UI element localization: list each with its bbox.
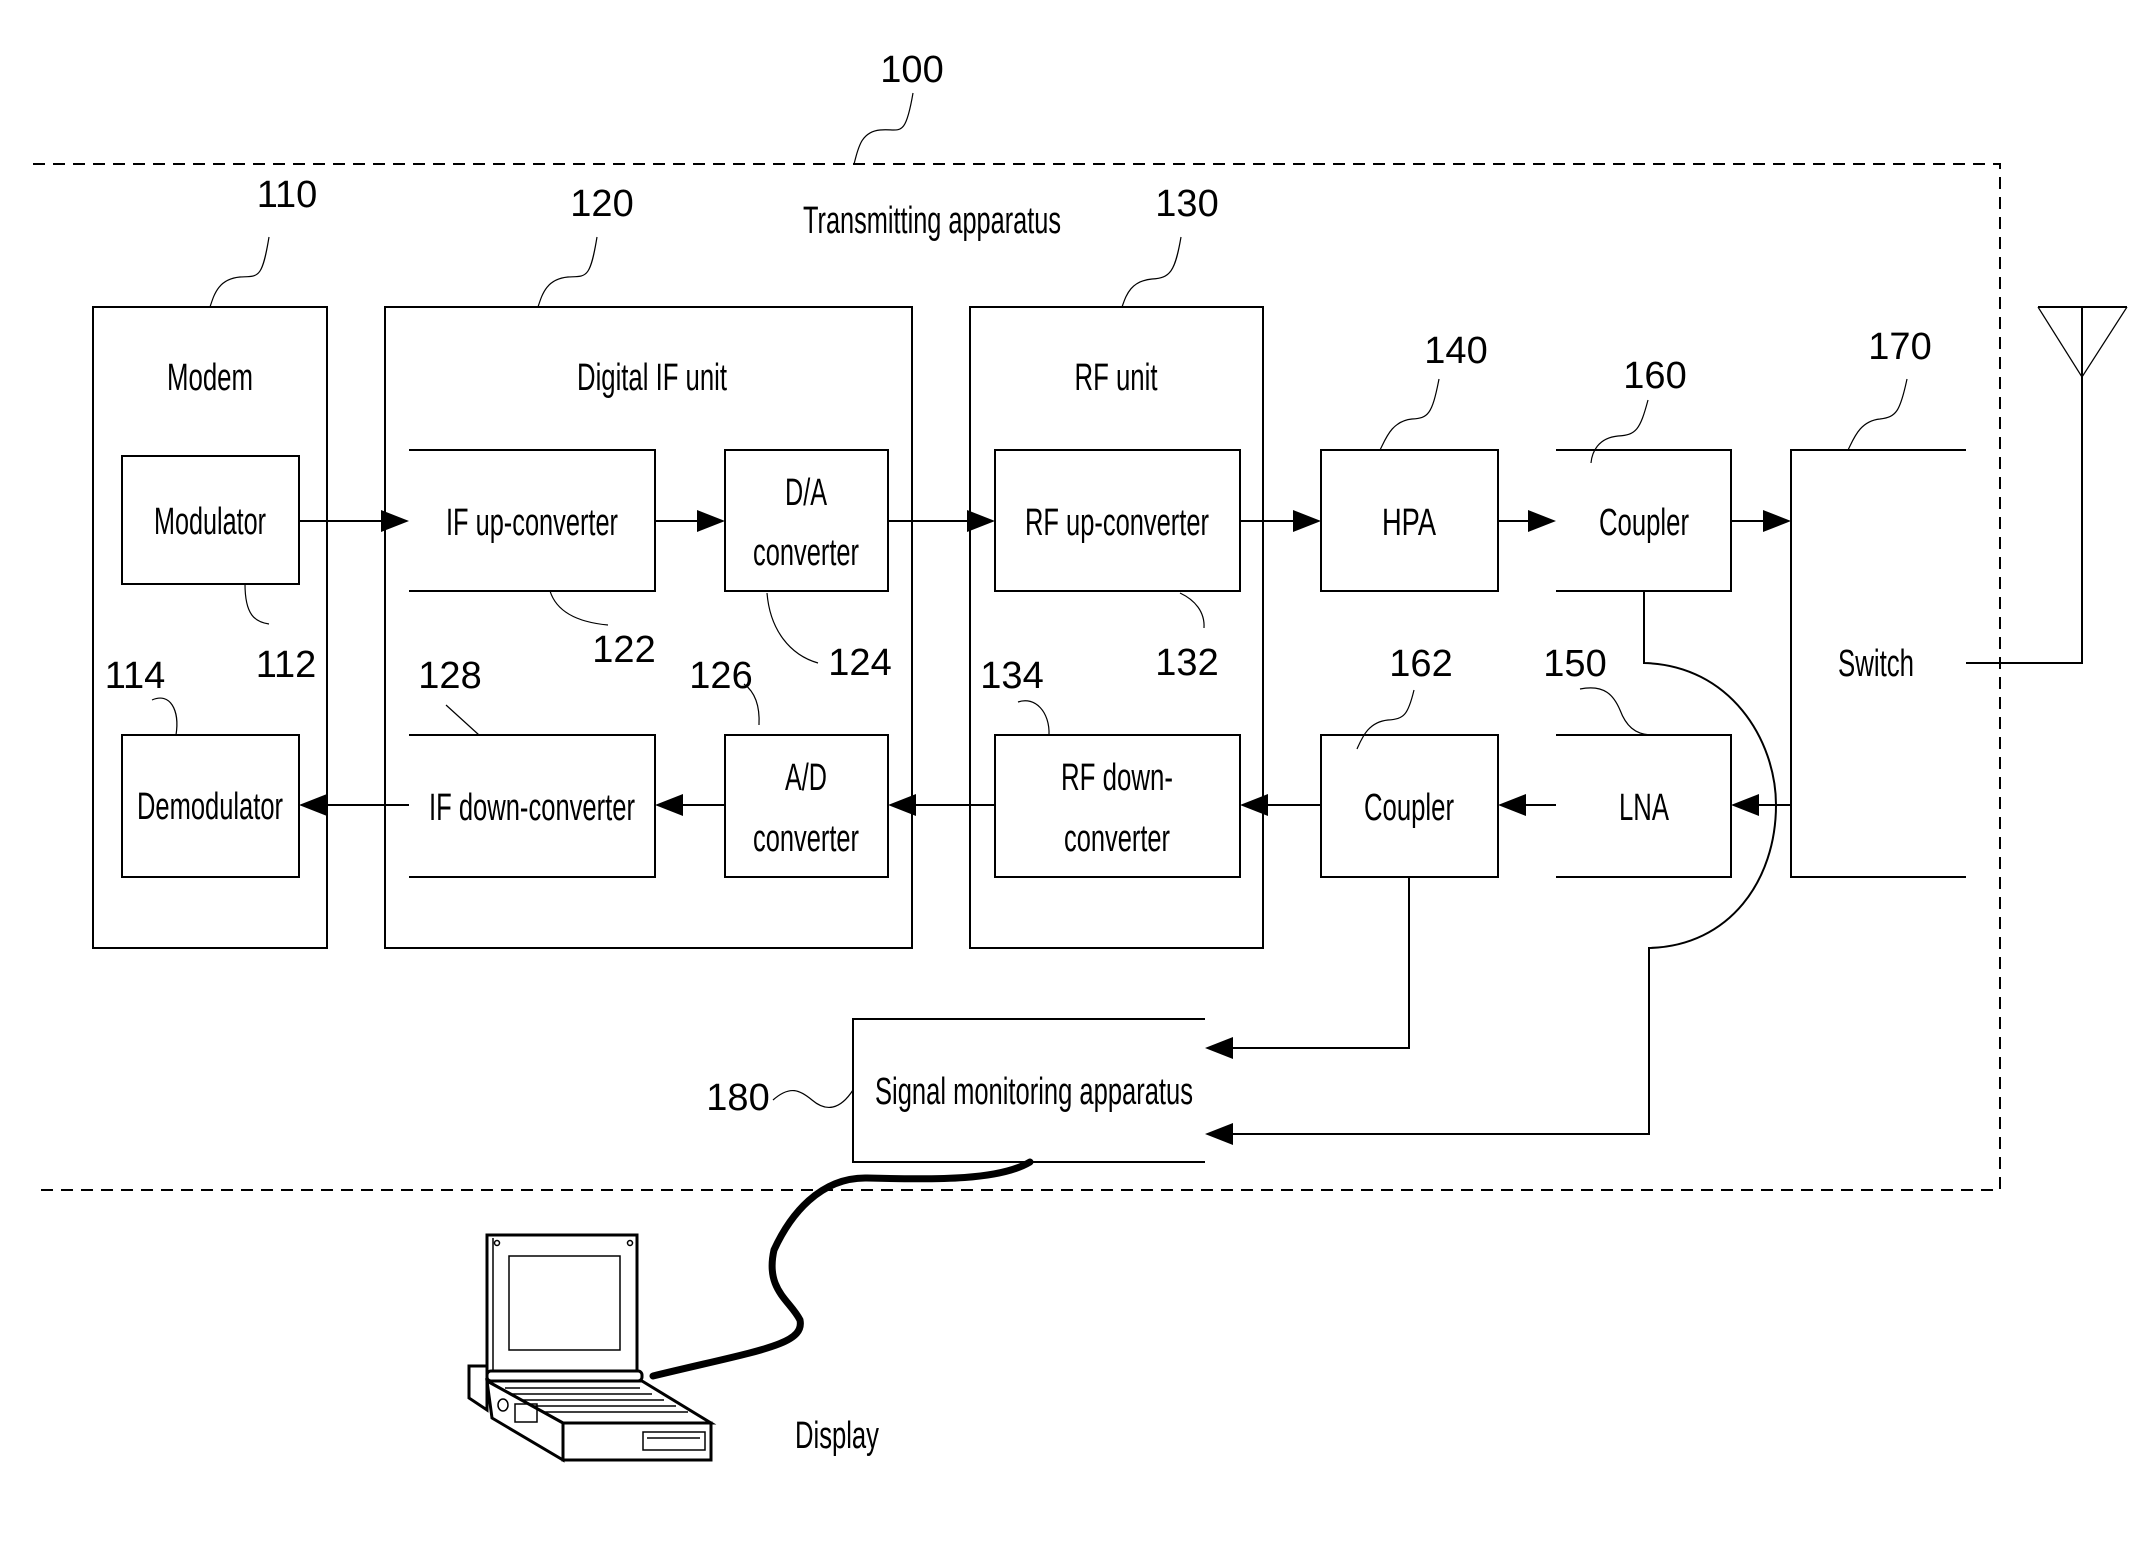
leader-130	[1121, 236, 1182, 308]
arrowhead	[655, 794, 683, 816]
arrowhead	[967, 510, 995, 532]
ref-110: 110	[257, 174, 318, 216]
leader-140	[1379, 378, 1440, 451]
switch-label: Switch	[1838, 643, 1914, 685]
ad-converter-label-line2: converter	[753, 818, 859, 860]
arrowhead	[697, 510, 725, 532]
leader-170	[1847, 378, 1908, 451]
antenna-icon	[1966, 306, 2128, 664]
leader-114	[151, 697, 178, 736]
digital-if-unit-block: Digital IF unit 120 IF up-converter 122 …	[384, 183, 913, 949]
switch-block: Switch 170	[1790, 326, 1966, 878]
system-label: Transmitting apparatus	[803, 200, 1061, 242]
ref-140: 140	[1424, 330, 1487, 372]
ref-128: 128	[418, 655, 481, 697]
if-up-converter-label: IF up-converter	[446, 502, 618, 544]
hpa-label: HPA	[1382, 502, 1436, 544]
signal-monitoring-label: Signal monitoring apparatus	[875, 1071, 1193, 1113]
modem-outline	[92, 306, 328, 949]
leader-150	[1579, 687, 1651, 736]
ref-170: 170	[1868, 326, 1931, 368]
line-coupler160-to-monitor	[1224, 591, 1778, 1135]
arrowhead	[1205, 1037, 1233, 1059]
modulator-label: Modulator	[154, 501, 266, 543]
digital-if-unit-label: Digital IF unit	[577, 357, 727, 399]
arrowhead	[1731, 794, 1759, 816]
arrowhead	[888, 794, 916, 816]
arrowhead	[1293, 510, 1321, 532]
arrowhead	[1498, 794, 1526, 816]
if-down-converter-label: IF down-converter	[429, 787, 635, 829]
arrowhead	[299, 794, 327, 816]
arrowhead	[381, 510, 409, 532]
leader-180	[772, 1089, 854, 1108]
rf-unit-label: RF unit	[1075, 357, 1158, 399]
ref-120: 120	[570, 183, 633, 225]
ref-122: 122	[592, 629, 655, 671]
signal-monitoring-block: Signal monitoring apparatus 180	[706, 1018, 1205, 1163]
leader-160	[1590, 399, 1649, 464]
ad-converter-label-line1: A/D	[785, 757, 827, 799]
ref-124: 124	[828, 642, 891, 684]
leader-112	[244, 583, 270, 625]
demodulator-label: Demodulator	[137, 786, 283, 828]
ref-162: 162	[1389, 643, 1452, 685]
rf-up-converter-label: RF up-converter	[1025, 502, 1209, 544]
leader-132	[1179, 592, 1205, 629]
ref-150: 150	[1543, 643, 1606, 685]
leader-100	[853, 92, 914, 165]
leader-134	[1017, 700, 1050, 736]
coupler-160-label: Coupler	[1599, 502, 1689, 544]
rf-down-converter-label-line2: converter	[1064, 818, 1170, 860]
hpa-block: HPA 140	[1320, 330, 1499, 592]
leader-128	[445, 704, 480, 736]
leader-110	[209, 236, 270, 308]
ref-132: 132	[1155, 642, 1218, 684]
rf-down-converter-label-line1: RF down-	[1061, 757, 1173, 799]
ref-160: 160	[1623, 355, 1686, 397]
ref-100: 100	[880, 49, 943, 91]
leader-120	[537, 236, 598, 308]
leader-122	[549, 590, 609, 626]
display-cable	[649, 1158, 1034, 1380]
arrowhead	[1763, 510, 1791, 532]
display-label: Display	[795, 1415, 879, 1457]
da-converter-label-line1: D/A	[785, 472, 827, 514]
modem-label: Modem	[167, 357, 253, 399]
coupler-160-block: Coupler 160	[1556, 355, 1732, 592]
leader-162	[1356, 689, 1415, 750]
laptop-icon	[467, 1233, 717, 1463]
ref-126: 126	[689, 655, 752, 697]
modem-block: Modem 110 Modulator 112 Demodulator 114	[92, 174, 328, 949]
arrowhead	[1240, 794, 1268, 816]
ref-180: 180	[706, 1077, 769, 1119]
ref-112: 112	[256, 644, 317, 686]
arrowhead	[1205, 1123, 1233, 1145]
lna-label: LNA	[1619, 787, 1669, 829]
coupler-162-label: Coupler	[1364, 787, 1454, 829]
ref-134: 134	[980, 655, 1043, 697]
coupler-162-block: Coupler 162	[1320, 643, 1499, 878]
block-diagram: 100 Transmitting apparatus Modem 110 Mod…	[33, 49, 2128, 1463]
da-converter-label-line2: converter	[753, 532, 859, 574]
ref-114: 114	[105, 655, 166, 697]
line-coupler162-to-monitor	[1224, 877, 1410, 1049]
rf-unit-block: RF unit 130 RF up-converter 132 RF down-…	[969, 183, 1264, 949]
arrowhead	[1528, 510, 1556, 532]
leader-124	[766, 592, 819, 664]
ref-130: 130	[1155, 183, 1218, 225]
